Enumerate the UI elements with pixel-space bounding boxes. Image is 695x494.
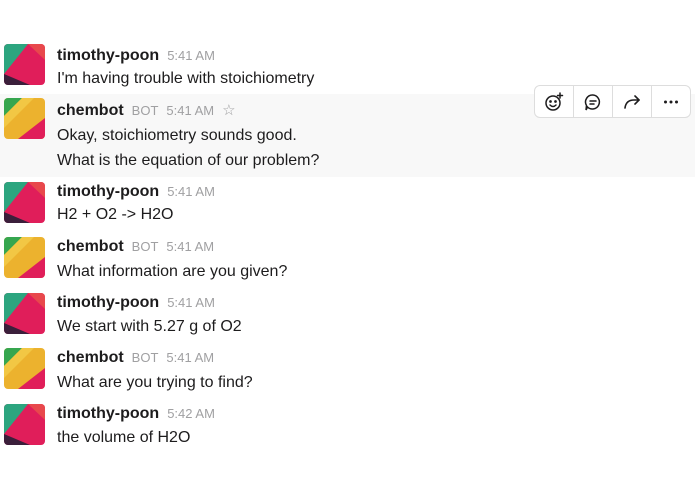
message[interactable]: timothy-poon 5:41 AM H2 + O2 -> H2O	[0, 178, 695, 230]
message-text: the volume of H2O	[57, 429, 191, 446]
message-text: We start with 5.27 g of O2	[57, 318, 242, 335]
avatar-chembot[interactable]	[4, 348, 45, 389]
timestamp[interactable]: 5:41 AM	[167, 184, 215, 199]
timestamp[interactable]: 5:41 AM	[166, 103, 214, 118]
message-text: What are you trying to find?	[57, 374, 253, 391]
bot-badge: BOT	[131, 103, 159, 118]
message-text: Okay, stoichiometry sounds good.	[57, 127, 297, 144]
avatar-chembot-graphic	[4, 98, 45, 139]
message-text: What information are you given?	[57, 263, 288, 280]
avatar-timothy[interactable]	[4, 182, 45, 223]
timestamp[interactable]: 5:41 AM	[167, 295, 215, 310]
bot-badge: BOT	[131, 350, 159, 365]
avatar-timothy[interactable]	[4, 293, 45, 334]
avatar-chembot-graphic	[4, 237, 45, 278]
avatar-timothy[interactable]	[4, 44, 45, 85]
avatar-chembot-graphic	[4, 348, 45, 389]
avatar-timothy[interactable]	[4, 404, 45, 445]
sender-name[interactable]: timothy-poon	[57, 405, 159, 423]
star-icon[interactable]: ☆	[222, 101, 235, 119]
sender-name[interactable]: timothy-poon	[57, 47, 159, 65]
avatar-timothy-graphic	[4, 293, 45, 334]
sender-name[interactable]: timothy-poon	[57, 183, 159, 201]
timestamp[interactable]: 5:41 AM	[166, 350, 214, 365]
reply-thread-icon[interactable]	[573, 86, 612, 117]
share-message-icon[interactable]	[612, 86, 651, 117]
avatar-timothy-graphic	[4, 44, 45, 85]
message[interactable]: chembot BOT 5:41 AM What information are…	[0, 233, 695, 285]
bot-badge: BOT	[131, 239, 159, 254]
more-actions-icon[interactable]	[651, 86, 690, 117]
message-actions-toolbar	[534, 85, 691, 118]
message[interactable]: timothy-poon 5:41 AM We start with 5.27 …	[0, 289, 695, 341]
timestamp[interactable]: 5:41 AM	[166, 239, 214, 254]
sender-name[interactable]: chembot	[57, 238, 124, 256]
sender-name[interactable]: chembot	[57, 349, 124, 367]
sender-name[interactable]: timothy-poon	[57, 294, 159, 312]
timestamp[interactable]: 5:41 AM	[167, 48, 215, 63]
message-text: What is the equation of our problem?	[57, 152, 320, 169]
avatar-timothy-graphic	[4, 404, 45, 445]
avatar-timothy-graphic	[4, 182, 45, 223]
timestamp[interactable]: 5:42 AM	[167, 406, 215, 421]
message-text: H2 + O2 -> H2O	[57, 206, 174, 223]
message[interactable]: chembot BOT 5:41 AM What are you trying …	[0, 344, 695, 396]
sender-name[interactable]: chembot	[57, 102, 124, 120]
message-text: I'm having trouble with stoichiometry	[57, 70, 315, 87]
avatar-chembot[interactable]	[4, 237, 45, 278]
avatar-chembot[interactable]	[4, 98, 45, 139]
message[interactable]: timothy-poon 5:42 AM the volume of H2O	[0, 400, 695, 452]
add-reaction-icon[interactable]	[535, 86, 573, 117]
